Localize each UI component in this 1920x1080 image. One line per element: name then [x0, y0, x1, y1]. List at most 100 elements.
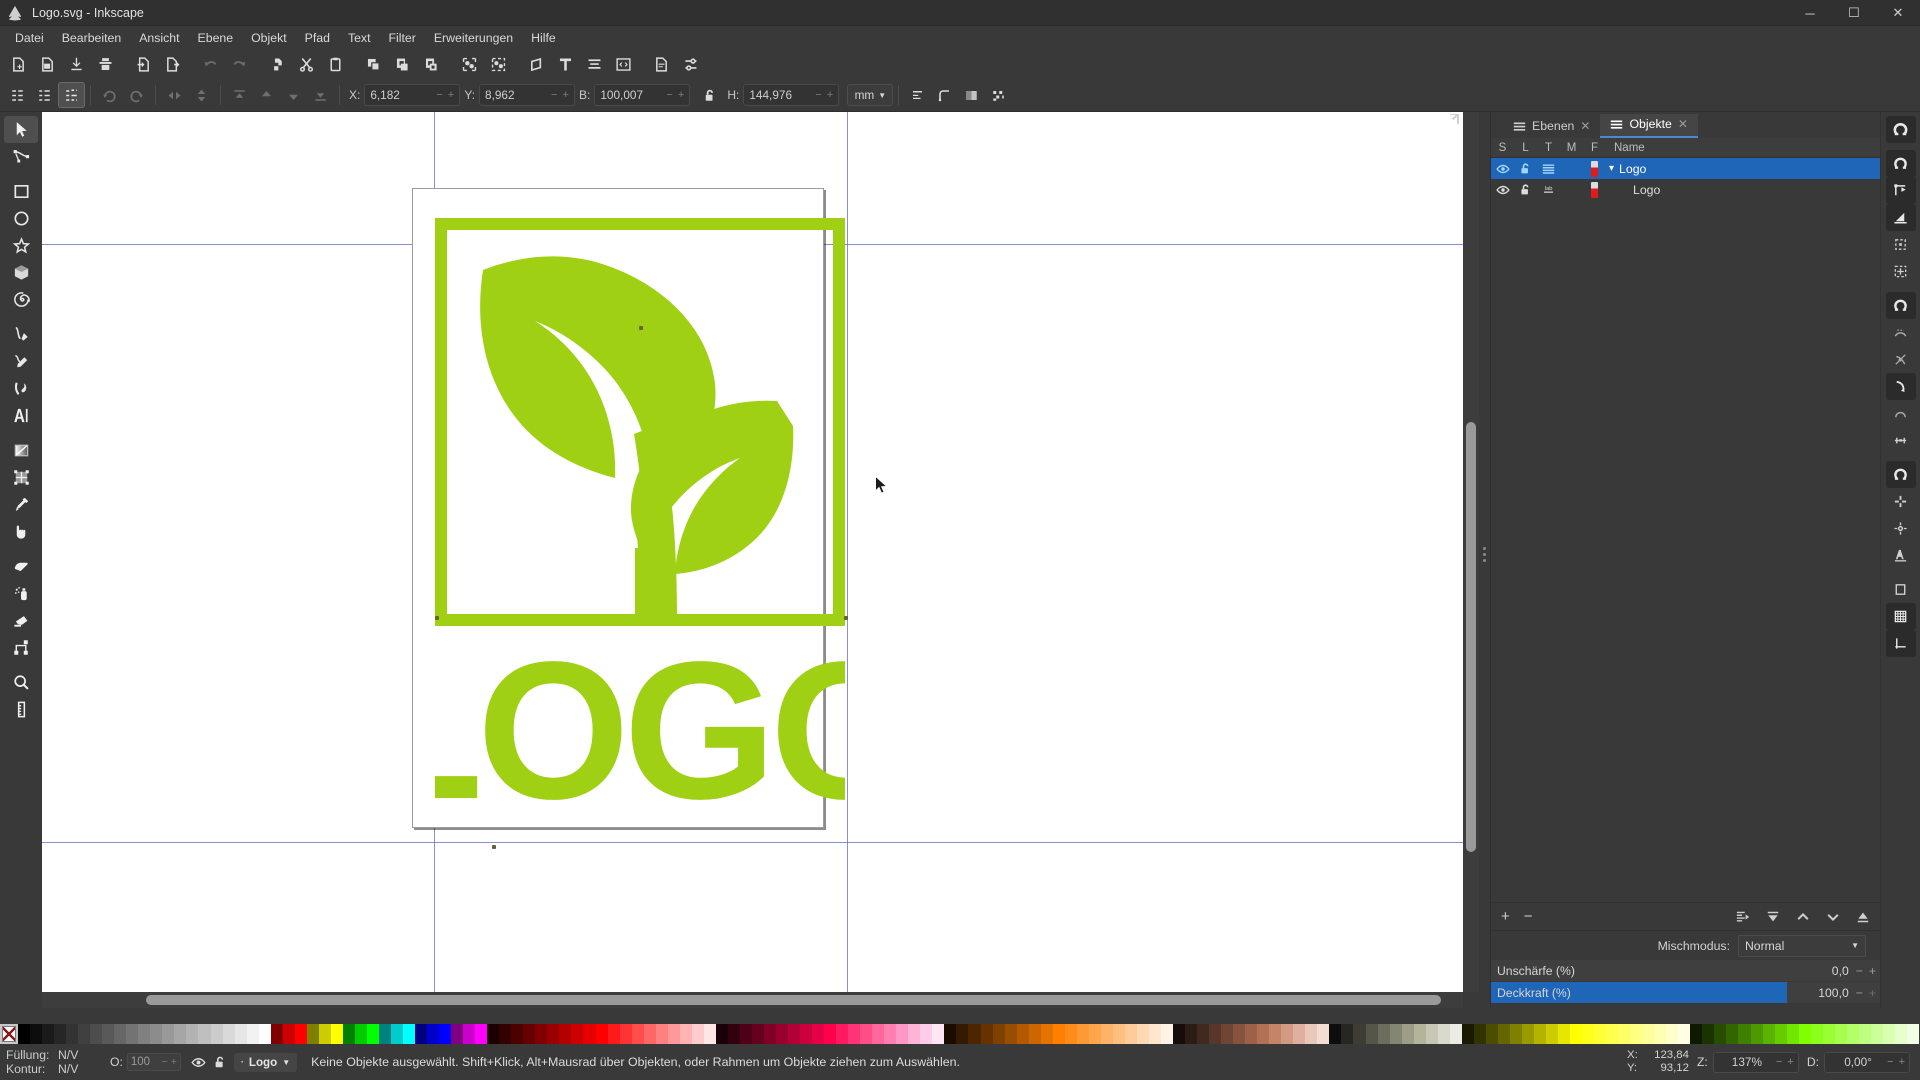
- select-all-layers-button[interactable]: [31, 82, 58, 108]
- measure-tool[interactable]: [4, 696, 38, 723]
- palette-swatch[interactable]: [1750, 1024, 1763, 1044]
- fill-stroke-indicator[interactable]: Füllung: N/V Kontur: N/V: [0, 1048, 96, 1076]
- palette-swatch[interactable]: [800, 1024, 813, 1044]
- palette-swatch[interactable]: [1040, 1024, 1053, 1044]
- menu-bearbeiten[interactable]: Bearbeiten: [53, 28, 130, 48]
- palette-swatch[interactable]: [1774, 1024, 1787, 1044]
- print-button[interactable]: [91, 51, 120, 77]
- palette-swatch[interactable]: [198, 1024, 211, 1044]
- palette-swatch[interactable]: [54, 1024, 67, 1044]
- selector-tool[interactable]: [4, 116, 38, 143]
- export-button[interactable]: [158, 51, 187, 77]
- clone-button[interactable]: [388, 51, 417, 77]
- palette-swatch[interactable]: [595, 1024, 608, 1044]
- snap-enable-button[interactable]: [1885, 116, 1916, 143]
- document-properties-button[interactable]: [647, 51, 676, 77]
- affect-stroke-button[interactable]: [904, 82, 931, 108]
- row-name-cell[interactable]: ▾ Logo: [1606, 162, 1880, 176]
- connector-tool[interactable]: [4, 634, 38, 661]
- zoom-tool[interactable]: [4, 669, 38, 696]
- palette-swatch[interactable]: [1148, 1024, 1161, 1044]
- row-type-icon-cell[interactable]: Iab: [1537, 183, 1560, 196]
- palette-swatch[interactable]: [246, 1024, 259, 1044]
- ellipse-tool[interactable]: [4, 205, 38, 232]
- palette-swatch[interactable]: [210, 1024, 223, 1044]
- palette-swatch[interactable]: [1052, 1024, 1065, 1044]
- palette-swatch[interactable]: [848, 1024, 861, 1044]
- palette-swatch[interactable]: [1281, 1024, 1294, 1044]
- row-name-cell[interactable]: Logo: [1606, 183, 1880, 197]
- palette-swatch[interactable]: [174, 1024, 187, 1044]
- palette-swatch[interactable]: [980, 1024, 993, 1044]
- palette-swatch[interactable]: [1473, 1024, 1486, 1044]
- palette-swatch[interactable]: [1341, 1024, 1354, 1044]
- palette-swatch[interactable]: [1136, 1024, 1149, 1044]
- drawing-canvas[interactable]: LOGO: [42, 112, 1463, 992]
- palette-swatch[interactable]: [1365, 1024, 1378, 1044]
- palette-swatch[interactable]: [1882, 1024, 1895, 1044]
- mesh-tool[interactable]: [4, 464, 38, 491]
- layer-select-button[interactable]: · Logo ▼: [233, 1052, 298, 1072]
- palette-swatch[interactable]: [1016, 1024, 1029, 1044]
- palette-swatch[interactable]: [703, 1024, 716, 1044]
- palette-swatch[interactable]: [18, 1024, 31, 1044]
- palette-swatch[interactable]: [727, 1024, 740, 1044]
- y-spinner[interactable]: − +: [551, 89, 572, 101]
- 3dbox-tool[interactable]: [4, 259, 38, 286]
- palette-swatch[interactable]: [932, 1024, 945, 1044]
- palette-swatch[interactable]: [1088, 1024, 1101, 1044]
- palette-swatch[interactable]: [354, 1024, 367, 1044]
- palette-swatch[interactable]: [42, 1024, 55, 1044]
- palette-swatch[interactable]: [403, 1024, 416, 1044]
- palette-swatch[interactable]: [1485, 1024, 1498, 1044]
- palette-swatch[interactable]: [1690, 1024, 1703, 1044]
- deselect-button[interactable]: [58, 82, 85, 108]
- palette-swatch[interactable]: [655, 1024, 668, 1044]
- tab-ebenen-close-icon[interactable]: ✕: [1580, 119, 1590, 133]
- palette-swatch[interactable]: [126, 1024, 139, 1044]
- text-properties-button[interactable]: [551, 51, 580, 77]
- cut-button[interactable]: [292, 51, 321, 77]
- save-document-button[interactable]: [62, 51, 91, 77]
- close-button[interactable]: ✕: [1876, 0, 1920, 26]
- snap-bbox-edges-button[interactable]: [1885, 177, 1916, 204]
- palette-swatch[interactable]: [1413, 1024, 1426, 1044]
- palette-swatch[interactable]: [1317, 1024, 1330, 1044]
- snap-page-border-button[interactable]: [1886, 576, 1916, 603]
- palette-swatch[interactable]: [1461, 1024, 1474, 1044]
- palette-swatch[interactable]: [1209, 1024, 1222, 1044]
- canvas-horizontal-scrollbar[interactable]: [42, 992, 1463, 1008]
- palette-swatch[interactable]: [1028, 1024, 1041, 1044]
- palette-swatch[interactable]: [451, 1024, 464, 1044]
- width-field-group[interactable]: B: −+: [579, 84, 691, 106]
- layer-lock-toggle[interactable]: [213, 1055, 227, 1069]
- opacity-control[interactable]: O: 100 − +: [110, 1053, 181, 1071]
- palette-swatch[interactable]: [330, 1024, 343, 1044]
- dropper-tool[interactable]: [4, 491, 38, 518]
- palette-swatch[interactable]: [90, 1024, 103, 1044]
- snap-bbox-corners-button[interactable]: [1885, 204, 1916, 231]
- palette-swatch[interactable]: [739, 1024, 752, 1044]
- palette-swatch[interactable]: [1064, 1024, 1077, 1044]
- move-to-layer-button[interactable]: [1736, 910, 1750, 924]
- palette-swatch[interactable]: [306, 1024, 319, 1044]
- palette-swatch[interactable]: [1160, 1024, 1173, 1044]
- palette-swatch[interactable]: [1497, 1024, 1510, 1044]
- palette-swatch[interactable]: [1221, 1024, 1234, 1044]
- vertical-scroll-thumb[interactable]: [1466, 422, 1476, 852]
- palette-swatch[interactable]: [1582, 1024, 1595, 1044]
- palette-swatch[interactable]: [643, 1024, 656, 1044]
- palette-swatch[interactable]: [234, 1024, 247, 1044]
- palette-swatch[interactable]: [66, 1024, 79, 1044]
- bezier-tool[interactable]: [4, 348, 38, 375]
- eraser-tool[interactable]: [4, 607, 38, 634]
- menu-objekt[interactable]: Objekt: [242, 28, 296, 48]
- palette-swatch[interactable]: [1786, 1024, 1799, 1044]
- objects-list[interactable]: ▾ Logo Iab Logo: [1491, 158, 1880, 902]
- none-color-swatch[interactable]: [0, 1024, 18, 1044]
- menu-ebene[interactable]: Ebene: [189, 28, 243, 48]
- lower-to-bottom-button[interactable]: [1856, 910, 1870, 924]
- palette-swatch[interactable]: [1100, 1024, 1113, 1044]
- group-button[interactable]: [455, 51, 484, 77]
- row-lock-toggle[interactable]: [1514, 183, 1537, 196]
